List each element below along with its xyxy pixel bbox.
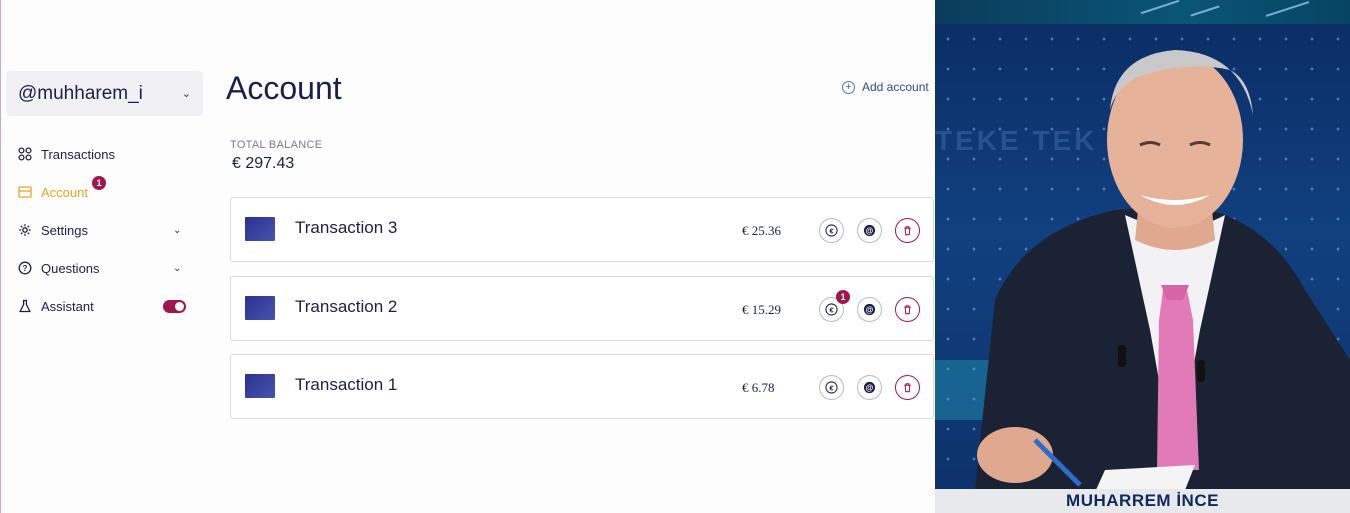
at-icon: @ (863, 224, 876, 237)
account-switcher[interactable]: @muhharem_i ⌄ (6, 71, 203, 116)
sidebar-item-label: Assistant (41, 298, 94, 314)
trash-icon (904, 305, 911, 315)
sidebar-item-questions[interactable]: ? Questions ⌄ (1, 249, 201, 287)
trash-icon (904, 383, 911, 393)
share-button[interactable]: @ (857, 375, 882, 400)
sidebar-item-assistant[interactable]: Assistant (1, 287, 201, 325)
trash-icon (904, 226, 911, 236)
euro-button[interactable]: € (819, 375, 844, 400)
grid-icon (18, 147, 32, 161)
transaction-card[interactable]: Transaction 2 € 15.29 € 1 @ (230, 276, 934, 341)
svg-text:€: € (829, 305, 833, 314)
transaction-amount: € 25.36 (742, 223, 781, 238)
plus-circle-icon: + (842, 80, 855, 94)
presenter-figure (975, 50, 1350, 492)
assistant-toggle[interactable] (163, 300, 186, 313)
wallet-icon (18, 185, 32, 199)
transaction-thumbnail (245, 217, 275, 241)
sidebar-item-label: Settings (41, 222, 88, 238)
add-account-label: Add account (862, 80, 929, 94)
svg-text:€: € (829, 383, 833, 392)
euro-icon: € (825, 303, 838, 316)
name-caption: MUHARREM İNCE (935, 489, 1350, 513)
sidebar-item-label: Account (41, 184, 88, 200)
gear-icon (18, 223, 32, 237)
transaction-amount: € 15.29 (742, 302, 781, 317)
sidebar-item-label: Transactions (41, 146, 115, 162)
at-icon: @ (863, 381, 876, 394)
delete-button[interactable] (895, 375, 920, 400)
question-icon: ? (18, 261, 32, 275)
sidebar-item-settings[interactable]: Settings ⌄ (1, 211, 201, 249)
svg-text:?: ? (23, 264, 28, 273)
chevron-down-icon: ⌄ (181, 88, 191, 100)
transaction-thumbnail (245, 374, 275, 398)
transaction-card[interactable]: Transaction 3 € 25.36 € @ (230, 197, 934, 262)
svg-text:@: @ (866, 226, 874, 235)
chevron-down-icon[interactable]: ⌄ (173, 225, 181, 236)
sidebar-item-transactions[interactable]: Transactions (1, 135, 201, 173)
transaction-name: Transaction 3 (295, 218, 398, 237)
share-button[interactable]: @ (857, 218, 882, 243)
notification-badge: 1 (92, 176, 106, 190)
svg-text:@: @ (866, 383, 874, 392)
transaction-amount: € 6.78 (742, 380, 775, 395)
video-feed: TEKE TEK MUHARREM İNCE (935, 0, 1350, 513)
at-icon: @ (863, 303, 876, 316)
transaction-name: Transaction 1 (295, 375, 398, 394)
total-balance-value: € 297.43 (232, 155, 295, 172)
euro-icon: € (825, 224, 838, 237)
share-button[interactable]: @ (857, 297, 882, 322)
svg-text:@: @ (866, 305, 874, 314)
sidebar-item-account[interactable]: Account 1 (1, 173, 201, 211)
delete-button[interactable] (895, 218, 920, 243)
notification-badge: 1 (836, 290, 850, 304)
page-title: Account (226, 70, 342, 106)
euro-icon: € (825, 381, 838, 394)
flask-icon (18, 299, 32, 313)
transaction-thumbnail (245, 296, 275, 320)
sidebar-item-label: Questions (41, 260, 100, 276)
sidebar-nav: Transactions Account 1 Settings ⌄ ? Ques… (1, 135, 201, 325)
chevron-down-icon[interactable]: ⌄ (173, 263, 181, 274)
transaction-card[interactable]: Transaction 1 € 6.78 € @ (230, 354, 934, 419)
add-account-button[interactable]: + Add account (842, 80, 929, 94)
svg-text:€: € (829, 226, 833, 235)
transaction-name: Transaction 2 (295, 297, 398, 316)
delete-button[interactable] (895, 297, 920, 322)
account-app: @muhharem_i ⌄ Transactions Account 1 Set… (0, 0, 935, 513)
total-balance-label: TOTAL BALANCE (230, 139, 323, 151)
username: @muhharem_i (18, 82, 143, 104)
euro-button[interactable]: € (819, 218, 844, 243)
